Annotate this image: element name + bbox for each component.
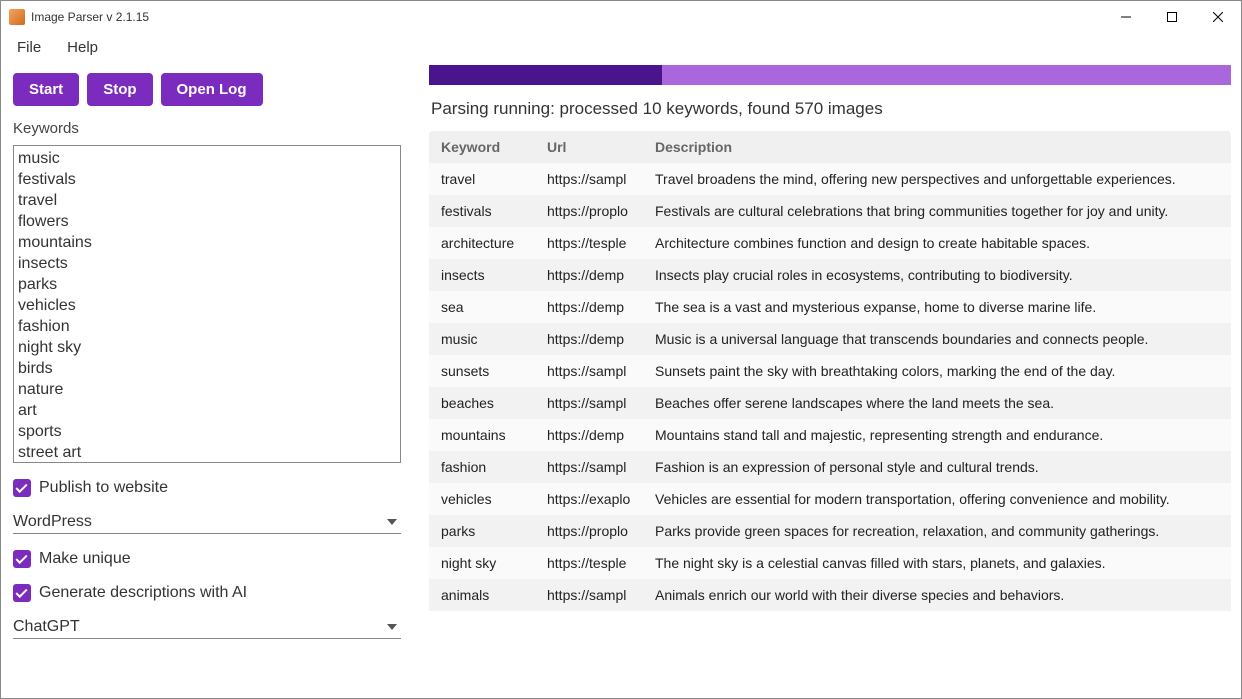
cell-url: https://sampl: [547, 459, 655, 475]
col-description: Description: [655, 139, 1219, 155]
cell-url: https://exaplo: [547, 491, 655, 507]
cell-keyword: night sky: [441, 555, 547, 571]
cell-description: Travel broadens the mind, offering new p…: [655, 171, 1219, 187]
results-table: Keyword Url Description travelhttps://sa…: [429, 131, 1231, 698]
publish-checkbox[interactable]: [13, 479, 31, 497]
table-row[interactable]: musichttps://dempMusic is a universal la…: [429, 323, 1231, 355]
cell-url: https://demp: [547, 331, 655, 347]
right-panel: Parsing running: processed 10 keywords, …: [413, 61, 1241, 698]
app-icon: [9, 9, 25, 25]
cell-description: Insects play crucial roles in ecosystems…: [655, 267, 1219, 283]
cell-description: Animals enrich our world with their dive…: [655, 587, 1219, 603]
cell-keyword: beaches: [441, 395, 547, 411]
cell-keyword: animals: [441, 587, 547, 603]
table-row[interactable]: beacheshttps://samplBeaches offer serene…: [429, 387, 1231, 419]
col-keyword: Keyword: [441, 139, 547, 155]
window-title: Image Parser v 2.1.15: [31, 10, 1103, 24]
cell-url: https://sampl: [547, 395, 655, 411]
cell-description: Parks provide green spaces for recreatio…: [655, 523, 1219, 539]
cell-url: https://demp: [547, 299, 655, 315]
menu-help[interactable]: Help: [67, 39, 98, 56]
open-log-button[interactable]: Open Log: [161, 73, 263, 106]
chevron-down-icon: [387, 519, 397, 525]
unique-label: Make unique: [39, 550, 131, 568]
cell-url: https://tesple: [547, 555, 655, 571]
cell-keyword: sunsets: [441, 363, 547, 379]
cell-url: https://sampl: [547, 171, 655, 187]
table-header: Keyword Url Description: [429, 131, 1231, 163]
cell-url: https://sampl: [547, 587, 655, 603]
progress-fill: [429, 65, 662, 85]
table-row[interactable]: sunsetshttps://samplSunsets paint the sk…: [429, 355, 1231, 387]
cell-keyword: fashion: [441, 459, 547, 475]
table-row[interactable]: parkshttps://proploParks provide green s…: [429, 515, 1231, 547]
cell-description: The sea is a vast and mysterious expanse…: [655, 299, 1219, 315]
cell-description: Mountains stand tall and majestic, repre…: [655, 427, 1219, 443]
cell-keyword: vehicles: [441, 491, 547, 507]
keywords-label: Keywords: [13, 120, 401, 137]
generate-ai-label: Generate descriptions with AI: [39, 584, 247, 602]
table-row[interactable]: travelhttps://samplTravel broadens the m…: [429, 163, 1231, 195]
wordpress-select[interactable]: WordPress: [13, 509, 401, 534]
wordpress-value: WordPress: [13, 513, 92, 531]
table-row[interactable]: animalshttps://samplAnimals enrich our w…: [429, 579, 1231, 611]
table-row[interactable]: fashionhttps://samplFashion is an expres…: [429, 451, 1231, 483]
cell-description: Fashion is an expression of personal sty…: [655, 459, 1219, 475]
table-row[interactable]: insectshttps://dempInsects play crucial …: [429, 259, 1231, 291]
cell-description: Beaches offer serene landscapes where th…: [655, 395, 1219, 411]
stop-button[interactable]: Stop: [87, 73, 152, 106]
chevron-down-icon: [387, 624, 397, 630]
cell-url: https://proplo: [547, 203, 655, 219]
cell-url: https://proplo: [547, 523, 655, 539]
cell-keyword: architecture: [441, 235, 547, 251]
publish-label: Publish to website: [39, 479, 168, 497]
left-panel: Start Stop Open Log Keywords music festi…: [1, 61, 413, 698]
cell-url: https://tesple: [547, 235, 655, 251]
progress-bar: [429, 65, 1231, 85]
maximize-button[interactable]: [1149, 1, 1195, 33]
close-button[interactable]: [1195, 1, 1241, 33]
menu-file[interactable]: File: [17, 39, 41, 56]
cell-keyword: parks: [441, 523, 547, 539]
status-text: Parsing running: processed 10 keywords, …: [431, 99, 1231, 119]
cell-keyword: travel: [441, 171, 547, 187]
table-row[interactable]: seahttps://dempThe sea is a vast and mys…: [429, 291, 1231, 323]
cell-description: Festivals are cultural celebrations that…: [655, 203, 1219, 219]
cell-description: Vehicles are essential for modern transp…: [655, 491, 1219, 507]
cell-keyword: insects: [441, 267, 547, 283]
table-row[interactable]: architecturehttps://tespleArchitecture c…: [429, 227, 1231, 259]
chatgpt-value: ChatGPT: [13, 618, 80, 636]
table-row[interactable]: vehicleshttps://exaploVehicles are essen…: [429, 483, 1231, 515]
cell-description: The night sky is a celestial canvas fill…: [655, 555, 1219, 571]
unique-checkbox[interactable]: [13, 550, 31, 568]
cell-keyword: festivals: [441, 203, 547, 219]
cell-keyword: sea: [441, 299, 547, 315]
cell-url: https://sampl: [547, 363, 655, 379]
table-row[interactable]: mountainshttps://dempMountains stand tal…: [429, 419, 1231, 451]
cell-keyword: music: [441, 331, 547, 347]
menubar: File Help: [1, 33, 1241, 61]
cell-description: Sunsets paint the sky with breathtaking …: [655, 363, 1219, 379]
cell-url: https://demp: [547, 267, 655, 283]
cell-keyword: mountains: [441, 427, 547, 443]
titlebar: Image Parser v 2.1.15: [1, 1, 1241, 33]
cell-description: Music is a universal language that trans…: [655, 331, 1219, 347]
table-row[interactable]: night skyhttps://tespleThe night sky is …: [429, 547, 1231, 579]
minimize-button[interactable]: [1103, 1, 1149, 33]
generate-ai-checkbox[interactable]: [13, 584, 31, 602]
col-url: Url: [547, 139, 655, 155]
start-button[interactable]: Start: [13, 73, 79, 106]
cell-url: https://demp: [547, 427, 655, 443]
chatgpt-select[interactable]: ChatGPT: [13, 614, 401, 639]
cell-description: Architecture combines function and desig…: [655, 235, 1219, 251]
keywords-textarea[interactable]: music festivals travel flowers mountains…: [13, 145, 401, 463]
table-row[interactable]: festivalshttps://proploFestivals are cul…: [429, 195, 1231, 227]
